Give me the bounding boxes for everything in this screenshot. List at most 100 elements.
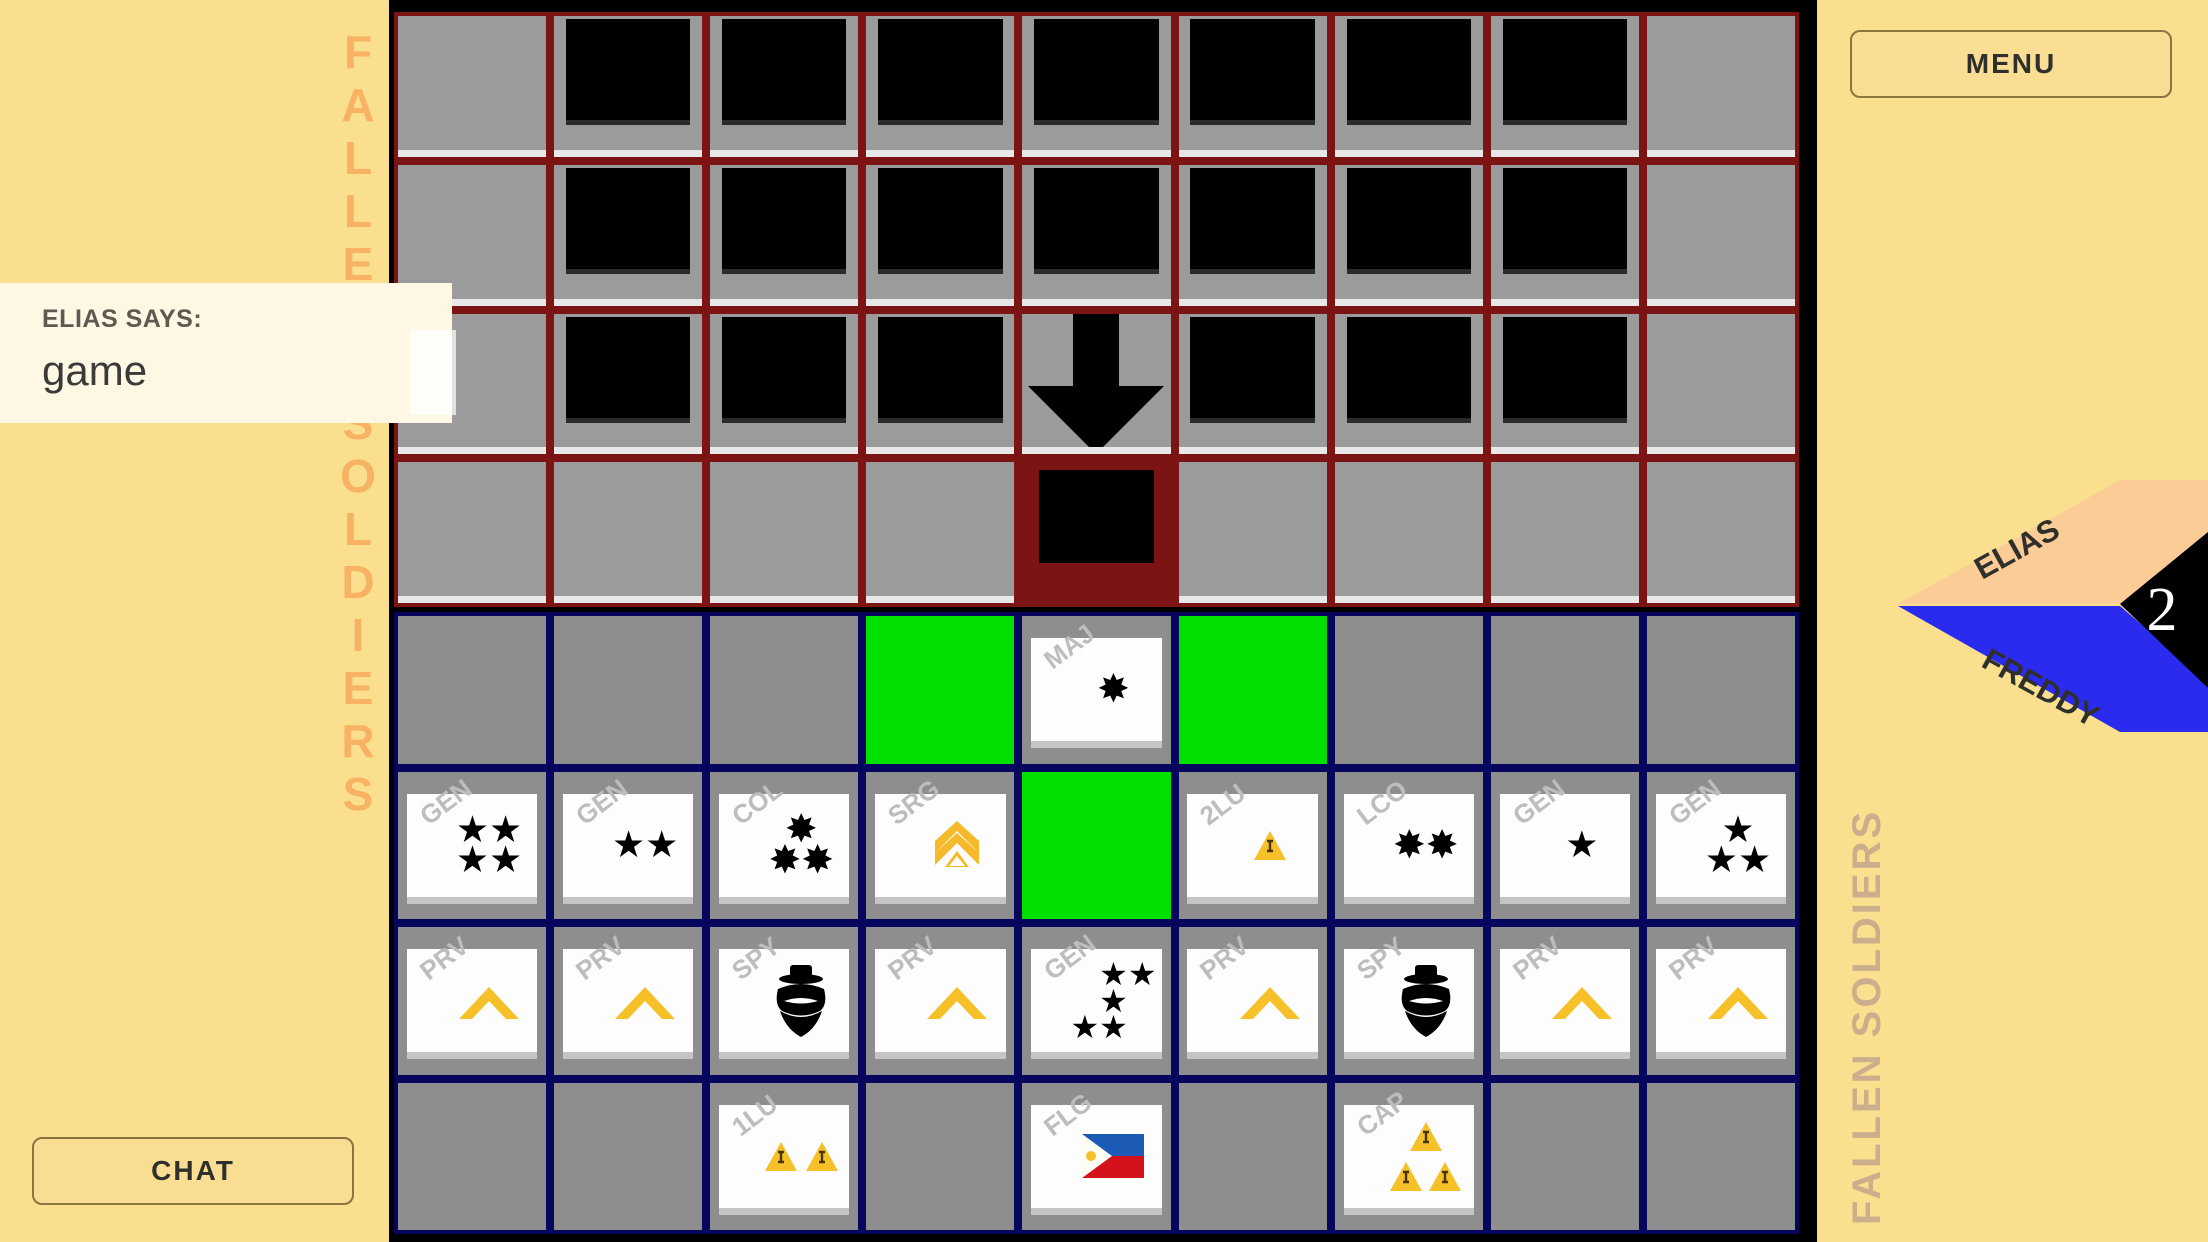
empty-cell[interactable]	[1486, 612, 1643, 768]
card-back	[1190, 19, 1315, 121]
game-piece[interactable]: PRV	[875, 930, 1006, 1053]
spy-icon	[770, 963, 832, 1039]
chevron-insignia-icon	[1703, 979, 1773, 1023]
spy-icon	[1395, 963, 1457, 1039]
piece-cell-srg[interactable]: SRG	[862, 767, 1019, 923]
fallen-card-back	[1486, 309, 1643, 459]
chat-bubble-tail	[410, 330, 456, 415]
game-piece[interactable]: SRG	[875, 773, 1006, 897]
last-move-arrow-cell	[1018, 309, 1175, 459]
fallen-card-back	[862, 309, 1019, 459]
game-piece[interactable]: GEN ★ ★	[563, 773, 694, 897]
piece-cell-gen[interactable]: GEN ★ ★ ★ ★ ★	[1018, 923, 1175, 1079]
piece-cell-1lu[interactable]: 1LU	[706, 1078, 863, 1234]
card-back	[1190, 316, 1315, 418]
empty-cell[interactable]	[550, 612, 707, 768]
empty-cell[interactable]	[1174, 1078, 1331, 1234]
chevron-insignia-icon	[1547, 979, 1617, 1023]
card-back	[1034, 167, 1159, 270]
card-back	[722, 167, 847, 270]
piece-cell-lco[interactable]: LCO ✸ ✸	[1330, 767, 1487, 923]
piece-cell-gen[interactable]: GEN ★ ★	[550, 767, 707, 923]
piece-cell-gen[interactable]: GEN ★	[1486, 767, 1643, 923]
fallen-empty-cell	[1642, 160, 1799, 310]
triangle-insignia-icon	[1388, 1120, 1463, 1193]
piece-cell-prv[interactable]: PRV	[394, 923, 551, 1079]
card-back	[1346, 167, 1471, 270]
game-piece[interactable]: PRV	[1499, 930, 1630, 1053]
empty-cell[interactable]	[1486, 1078, 1643, 1234]
empty-cell[interactable]	[394, 612, 551, 768]
piece-cell-prv[interactable]: PRV	[862, 923, 1019, 1079]
piece-cell-gen[interactable]: GEN ★ ★ ★ ★	[394, 767, 551, 923]
card-back	[1190, 167, 1315, 270]
game-piece[interactable]: PRV	[563, 930, 694, 1053]
arrow-down-icon	[1022, 313, 1170, 455]
piece-rank-label: GEN	[1506, 772, 1570, 831]
fallen-soldiers-label-right: FALLEN SOLDIERS	[1845, 808, 1889, 1225]
piece-cell-prv[interactable]: PRV	[550, 923, 707, 1079]
card-back	[722, 19, 847, 121]
empty-cell[interactable]	[1330, 612, 1487, 768]
game-piece[interactable]: GEN ★ ★ ★ ★	[406, 773, 538, 897]
game-piece[interactable]: MAJ ✸	[1031, 618, 1162, 742]
piece-cell-prv[interactable]: PRV	[1174, 923, 1331, 1079]
fallen-card-back	[1330, 160, 1487, 310]
piece-cell-col[interactable]: COL ✸ ✸ ✸	[706, 767, 863, 923]
empty-cell[interactable]	[394, 1078, 551, 1234]
game-piece[interactable]: COL ✸ ✸ ✸	[719, 774, 850, 897]
piece-cell-gen[interactable]: GEN ★ ★ ★	[1642, 767, 1799, 923]
empty-cell[interactable]	[706, 612, 863, 768]
fallen-card-back	[706, 160, 863, 310]
fallen-card-highlighted	[1018, 458, 1175, 607]
valid-move-cell[interactable]	[1018, 767, 1175, 923]
piece-cell-spy[interactable]: SPY	[706, 923, 863, 1079]
card-back	[878, 167, 1003, 270]
fallen-card-back	[550, 12, 707, 161]
piece-rank-label: MAJ	[1038, 618, 1101, 676]
star-insignia-icon: ★ ★ ★	[1704, 808, 1772, 881]
piece-cell-2lu[interactable]: 2LU	[1174, 767, 1331, 923]
play-grid[interactable]: MAJ ✸ GEN ★ ★ ★ ★ GEN ★ ★ COL ✸ ✸ ✸ SRG 2LU LCO ✸ ✸ GEN ★ GEN…	[394, 612, 1799, 1234]
game-piece[interactable]: 2LU	[1187, 777, 1318, 897]
card-back	[1502, 167, 1628, 270]
fallen-empty-cell	[394, 12, 551, 161]
menu-button[interactable]: MENU	[1850, 30, 2172, 98]
fallen-card-back	[1018, 12, 1175, 161]
piece-cell-prv[interactable]: PRV	[1642, 923, 1799, 1079]
game-piece[interactable]: 1LU	[719, 1088, 850, 1208]
piece-cell-cap[interactable]: CAP	[1330, 1078, 1487, 1234]
flower-insignia-icon: ✸	[1097, 667, 1130, 713]
game-piece[interactable]: PRV	[1655, 930, 1787, 1053]
game-piece[interactable]: PRV	[406, 930, 538, 1053]
game-piece[interactable]: GEN ★	[1499, 773, 1630, 897]
fallen-empty-cell	[1642, 12, 1799, 161]
star-insignia-icon: ★ ★	[611, 824, 679, 866]
game-piece[interactable]: LCO ✸ ✸	[1343, 774, 1474, 897]
empty-cell[interactable]	[1642, 612, 1799, 768]
valid-move-cell[interactable]	[1174, 612, 1331, 768]
card-back	[565, 19, 691, 121]
empty-cell[interactable]	[862, 1078, 1019, 1234]
fallen-card-back	[706, 12, 863, 161]
piece-cell-prv[interactable]: PRV	[1486, 923, 1643, 1079]
empty-cell[interactable]	[550, 1078, 707, 1234]
fallen-card-back	[862, 12, 1019, 161]
fallen-card-back	[862, 160, 1019, 310]
chevron-insignia-icon	[454, 979, 524, 1023]
game-piece[interactable]: SPY	[719, 931, 850, 1053]
game-piece[interactable]: FLG	[1031, 1086, 1162, 1208]
piece-cell-spy[interactable]: SPY	[1330, 923, 1487, 1079]
piece-cell-maj[interactable]: MAJ ✸	[1018, 612, 1175, 768]
piece-cell-flg[interactable]: FLG	[1018, 1078, 1175, 1234]
game-piece[interactable]: GEN ★ ★ ★	[1655, 773, 1787, 897]
game-piece[interactable]: PRV	[1187, 930, 1318, 1053]
chevron-insignia-icon	[610, 979, 680, 1023]
turn-counter-value: 2	[2147, 576, 2178, 644]
empty-cell[interactable]	[1642, 1078, 1799, 1234]
game-piece[interactable]: SPY	[1343, 931, 1474, 1053]
game-piece[interactable]: CAP	[1343, 1085, 1474, 1208]
game-piece[interactable]: GEN ★ ★ ★ ★ ★	[1031, 928, 1162, 1053]
chat-button[interactable]: CHAT	[32, 1137, 354, 1205]
valid-move-cell[interactable]	[862, 612, 1019, 768]
